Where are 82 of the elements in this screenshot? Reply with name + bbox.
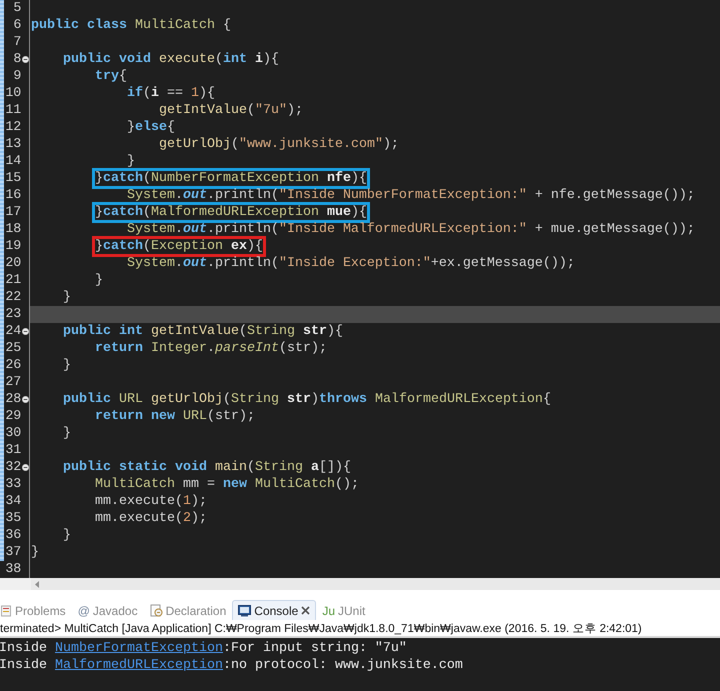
code-line: public class MultiCatch { xyxy=(31,18,231,33)
line-number: 36 xyxy=(4,527,22,544)
code-line: mm.execute(1); xyxy=(94,494,207,509)
code-line: } xyxy=(62,358,71,373)
line-number: 27 xyxy=(4,374,22,391)
code-line: getUrlObj("www.junksite.com"); xyxy=(158,137,399,152)
line-number: 30 xyxy=(4,425,22,442)
line-number: 21 xyxy=(4,272,22,289)
line-number: 24 xyxy=(4,323,22,340)
view-tab[interactable]: Declaration xyxy=(144,600,232,620)
line-number: 38 xyxy=(4,561,22,578)
code-line: if(i == 1){ xyxy=(126,86,215,101)
line-number: 6 xyxy=(12,17,22,34)
line-number: 12 xyxy=(4,119,22,136)
line-number: 35 xyxy=(4,510,22,527)
view-tab[interactable]: @ Javadoc xyxy=(72,600,144,620)
console-icon xyxy=(238,604,252,616)
view-tab[interactable]: Problems xyxy=(0,600,72,620)
line-number: 34 xyxy=(4,493,22,510)
line-number: 23 xyxy=(4,306,22,323)
line-number: 28 xyxy=(4,391,22,408)
exception-link[interactable]: MalformedURLException xyxy=(55,658,223,673)
line-number: 18 xyxy=(4,221,22,238)
line-number: 19 xyxy=(4,238,22,255)
declaration-icon xyxy=(150,604,163,617)
fold-icon[interactable] xyxy=(22,328,29,335)
highlighted-code: }catch(NumberFormatException nfe){ xyxy=(92,168,370,189)
line-number: 31 xyxy=(4,442,22,459)
code-line: System.out.println("Inside MalformedURLException:" + mue.getMessage()); xyxy=(126,222,695,237)
console-line: Inside NumberFormatException:For input string: "7u" xyxy=(0,640,408,657)
code-line: MultiCatch mm = new MultiCatch(); xyxy=(94,477,359,492)
line-number: 20 xyxy=(4,255,22,272)
horizontal-scrollbar[interactable] xyxy=(31,578,720,590)
line-number: 22 xyxy=(4,289,22,306)
code-line: public static void main(String a[]){ xyxy=(62,460,351,475)
line-number: 7 xyxy=(12,34,22,51)
line-number: 15 xyxy=(4,170,22,187)
fold-icon[interactable] xyxy=(22,56,29,63)
line-number: 14 xyxy=(4,153,22,170)
exception-link[interactable]: NumberFormatException xyxy=(55,641,223,656)
code-line: } xyxy=(62,426,71,441)
code-line: public int getIntValue(String str){ xyxy=(62,324,343,339)
code-line: public void execute(int i){ xyxy=(62,52,279,67)
close-icon[interactable] xyxy=(301,606,310,615)
line-number: 25 xyxy=(4,340,22,357)
line-number: 10 xyxy=(4,85,22,102)
line-number: 26 xyxy=(4,357,22,374)
code-line: } xyxy=(126,154,135,169)
line-number: 11 xyxy=(4,102,22,119)
code-line: } xyxy=(31,545,39,560)
line-number: 32 xyxy=(4,459,22,476)
view-tab[interactable]: Ju JUnit xyxy=(316,600,372,620)
code-line: System.out.println("Inside Exception:"+ex.getMessage()); xyxy=(126,256,575,271)
view-tab[interactable]: Console xyxy=(232,600,316,620)
line-number: 8 xyxy=(12,51,22,68)
line-number: 16 xyxy=(4,187,22,204)
tab-icon: Ju xyxy=(322,604,335,616)
scroll-left-icon[interactable] xyxy=(35,580,40,588)
code-line: public URL getUrlObj(String str)throws MalformedURLException{ xyxy=(62,392,551,407)
code-line: return Integer.parseInt(str); xyxy=(94,341,327,356)
code-line: try{ xyxy=(94,69,127,84)
line-number: 37 xyxy=(4,544,22,561)
line-number: 9 xyxy=(12,68,22,85)
code-line: }else{ xyxy=(126,120,175,135)
line-number: 33 xyxy=(4,476,22,493)
highlighted-code: }catch(MalformedURLException mue){ xyxy=(92,202,370,223)
code-line: } xyxy=(62,290,71,305)
code-line: getIntValue("7u"); xyxy=(158,103,303,118)
console-line: Inside MalformedURLException:no protocol: www.junksite.com xyxy=(0,657,464,674)
line-number: 5 xyxy=(12,0,22,17)
code-line: System.out.println("Inside NumberFormatException:" + nfe.getMessage()); xyxy=(126,188,695,203)
code-line: mm.execute(2); xyxy=(94,511,207,526)
line-number: 29 xyxy=(4,408,22,425)
code-line: } xyxy=(62,528,71,543)
fold-icon[interactable] xyxy=(22,464,29,471)
fold-icon[interactable] xyxy=(22,396,29,403)
code-line: } xyxy=(94,273,103,288)
code-line: return new URL(str); xyxy=(94,409,255,424)
line-number: 13 xyxy=(4,136,22,153)
tab-icon: @ xyxy=(78,604,90,616)
highlighted-code: }catch(Exception ex){ xyxy=(92,236,266,257)
line-number: 17 xyxy=(4,204,22,221)
